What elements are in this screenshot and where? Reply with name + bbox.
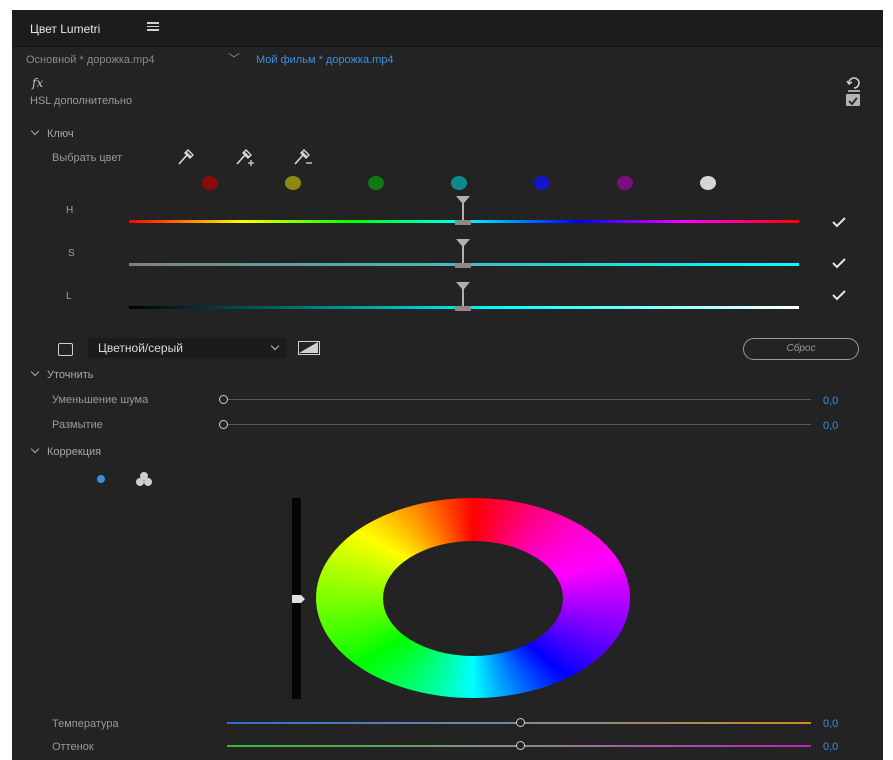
invert-mask-button[interactable] <box>298 341 320 355</box>
luminance-label: L <box>66 291 72 302</box>
color-swatch[interactable] <box>534 176 550 190</box>
color-swatch[interactable] <box>285 176 301 190</box>
reset-button-label: Сброс <box>786 343 816 354</box>
reset-button[interactable]: Сброс <box>743 338 859 360</box>
color-swatch[interactable] <box>617 176 633 190</box>
tint-value[interactable]: 0,0 <box>823 741 838 753</box>
luminance-range-handle[interactable] <box>454 282 472 314</box>
eyedropper-icon[interactable] <box>176 148 196 166</box>
blur-slider-knob[interactable] <box>219 420 228 429</box>
luminance-check-icon[interactable] <box>830 288 848 302</box>
blur-value[interactable]: 0,0 <box>823 420 838 432</box>
chevron-down-icon <box>30 126 40 136</box>
color-swatch[interactable] <box>368 176 384 190</box>
denoise-label: Уменьшение шума <box>52 394 149 406</box>
single-wheel-mode-icon[interactable] <box>97 475 105 483</box>
denoise-slider-knob[interactable] <box>219 395 228 404</box>
denoise-value[interactable]: 0,0 <box>823 395 838 407</box>
color-wheel-center[interactable] <box>383 541 563 656</box>
correction-section-header[interactable]: Коррекция <box>30 444 102 458</box>
hsl-enable-checkbox[interactable] <box>846 94 860 106</box>
saturation-range-handle[interactable] <box>454 239 472 271</box>
eyedropper-plus-icon[interactable] <box>234 148 256 166</box>
hsl-section-header[interactable]: HSL дополнительно <box>30 95 132 107</box>
tint-label: Оттенок <box>52 741 94 753</box>
hue-range-handle[interactable] <box>454 196 472 228</box>
reset-icon[interactable] <box>846 76 862 92</box>
pick-color-label: Выбрать цвет <box>52 152 123 164</box>
chevron-down-icon <box>270 341 280 351</box>
mask-mode-dropdown[interactable]: Цветной/серый <box>88 338 286 358</box>
color-swatch[interactable] <box>202 176 218 190</box>
eyedropper-minus-icon[interactable] <box>292 148 314 166</box>
chevron-down-icon <box>30 367 40 377</box>
fx-toggle[interactable]: fx <box>32 76 43 90</box>
hue-label: H <box>66 205 74 216</box>
blur-slider-track[interactable] <box>227 424 811 425</box>
hue-check-icon[interactable] <box>830 215 848 229</box>
temperature-slider-knob[interactable] <box>516 718 525 727</box>
master-clip-tab[interactable]: Основной * дорожка.mp4 <box>26 54 154 66</box>
correction-section-label: Коррекция <box>47 446 102 458</box>
three-wheel-mode-icon[interactable] <box>135 471 153 487</box>
denoise-slider-track[interactable] <box>227 399 811 400</box>
color-swatch[interactable] <box>451 176 467 190</box>
saturation-label: S <box>68 248 75 259</box>
luminance-slider-handle[interactable] <box>292 594 306 604</box>
mask-mode-value: Цветной/серый <box>98 341 183 355</box>
key-section-header[interactable]: Ключ <box>30 126 74 140</box>
key-section-label: Ключ <box>47 128 74 140</box>
hamburger-icon[interactable] <box>147 22 159 31</box>
sequence-clip-tab[interactable]: Мой фильм * дорожка.mp4 <box>256 54 394 66</box>
color-swatch[interactable] <box>700 176 716 190</box>
chevron-down-icon <box>30 444 40 454</box>
lumetri-panel: Цвет Lumetri Основной * дорожка.mp4 ﹀ Мо… <box>12 10 883 760</box>
blur-label: Размытие <box>52 419 103 431</box>
clip-selector-bar: Основной * дорожка.mp4 ﹀ Мой фильм * дор… <box>12 47 883 73</box>
refine-section-label: Уточнить <box>47 369 94 381</box>
temperature-value[interactable]: 0,0 <box>823 718 838 730</box>
temperature-label: Температура <box>52 718 119 730</box>
saturation-check-icon[interactable] <box>830 256 848 270</box>
panel-title[interactable]: Цвет Lumetri <box>30 22 100 36</box>
tint-slider-knob[interactable] <box>516 741 525 750</box>
panel-titlebar: Цвет Lumetri <box>12 10 883 47</box>
chevron-down-icon[interactable]: ﹀ <box>228 50 240 67</box>
show-mask-checkbox[interactable] <box>58 343 73 356</box>
refine-section-header[interactable]: Уточнить <box>30 367 94 381</box>
